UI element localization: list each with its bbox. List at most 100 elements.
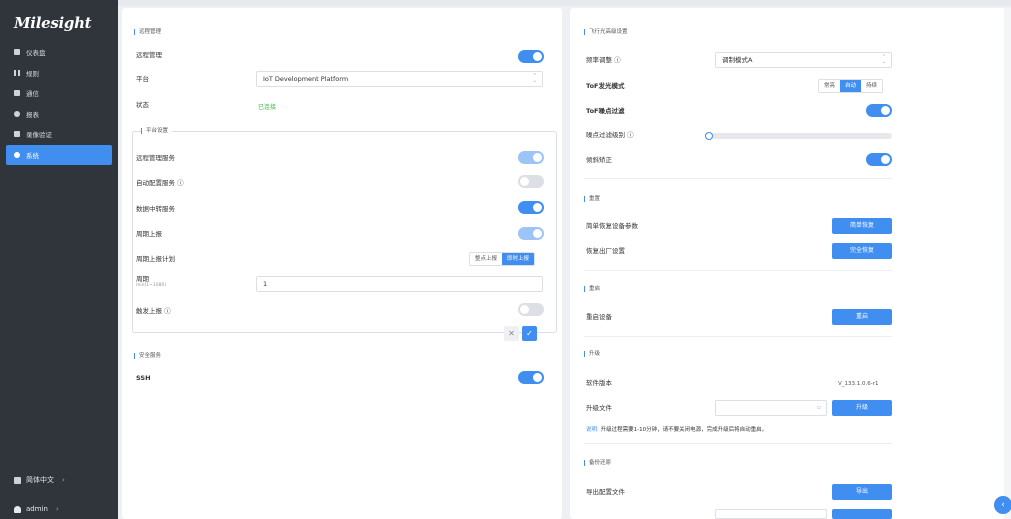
tilt-correction-toggle[interactable] — [866, 153, 892, 166]
period-input[interactable]: 1 — [256, 276, 543, 292]
section-tof-advanced: 飞行光高级设置 — [584, 29, 628, 35]
platform-value: IoT Development Platform — [263, 75, 349, 83]
report-icon — [14, 110, 20, 117]
software-version-label: 软件版本 — [586, 379, 612, 387]
tof-filter-label: ToF噪点过滤 — [586, 107, 625, 115]
section-backup-restore: 备份还原 — [584, 460, 611, 466]
simple-reset-button[interactable]: 简单恢复 — [832, 218, 892, 234]
sidebar-item-label: 通信 — [26, 90, 39, 99]
page-scrollbar[interactable] — [1004, 8, 1011, 519]
divider — [584, 443, 892, 444]
reboot-button[interactable]: 重启 — [832, 309, 892, 325]
chevron-right-icon: › — [62, 476, 65, 484]
noise-level-knob[interactable] — [705, 132, 713, 140]
period-unit: min(1~1080) — [136, 283, 167, 288]
divider — [584, 178, 892, 179]
user-menu[interactable]: admin › — [6, 500, 112, 518]
factory-reset-button[interactable]: 完全恢复 — [832, 243, 892, 259]
sidebar-item-system[interactable]: 系统 — [6, 144, 112, 165]
video-verify-icon — [14, 131, 20, 138]
section-platform-settings: 平台设置 — [141, 128, 173, 134]
auto-config-label: 自动配置服务 ⓘ — [136, 179, 184, 187]
noise-level-label: 噪点过滤级别 ⓘ — [586, 131, 634, 139]
period-label-text: 周期 — [136, 275, 149, 283]
data-relay-label: 数据中转服务 — [136, 205, 175, 213]
upgrade-file-label: 升级文件 — [586, 404, 612, 412]
divider — [584, 270, 892, 271]
periodic-report-label: 周期上报 — [136, 230, 162, 238]
auto-config-toggle[interactable] — [518, 175, 544, 188]
connection-status: 已连接 — [258, 104, 277, 111]
period-label: 周期 min(1~1080) — [136, 275, 166, 288]
ssh-label: SSH — [136, 374, 151, 382]
data-relay-toggle[interactable] — [518, 201, 544, 214]
status-label: 状态 — [136, 101, 149, 109]
import-button[interactable] — [832, 509, 892, 519]
section-upgrade: 升级 — [584, 351, 600, 357]
select-caret-icon: ⌃ ⌄ — [881, 54, 886, 65]
frequency-value: 调制模式A — [722, 56, 753, 64]
simple-reset-label: 简单恢复设备参数 — [586, 222, 638, 230]
sidebar-item-label: 规则 — [26, 69, 39, 78]
schedule-option-instant[interactable]: 即时上报 — [502, 253, 535, 265]
ssh-toggle[interactable] — [518, 371, 544, 384]
system-icon — [14, 151, 20, 158]
upgrade-file-input[interactable]: ▫ — [715, 400, 827, 416]
upgrade-note: 说明: 升级过程需要1-10分钟，请不要关闭电源，完成升级后将自动重启。 — [586, 425, 767, 433]
trigger-report-label: 触发上报 ⓘ — [136, 307, 171, 315]
frequency-label: 频率调整 ⓘ — [586, 56, 621, 64]
sidebar-item-rules[interactable]: 规则 — [6, 63, 112, 84]
file-icon: ▫ — [816, 404, 821, 411]
frequency-select[interactable]: 调制模式A ⌃ ⌄ — [715, 52, 892, 68]
export-button[interactable]: 导出 — [832, 484, 892, 500]
import-file-input[interactable] — [715, 509, 827, 519]
tilt-correction-label: 倾斜矫正 — [586, 156, 612, 164]
remote-management-toggle[interactable] — [518, 50, 544, 63]
select-caret-icon: ⌃ ⌄ — [532, 73, 537, 84]
sidebar-item-label: 录像验证 — [26, 131, 52, 140]
platform-label: 平台 — [136, 75, 149, 83]
reboot-label: 重启设备 — [586, 313, 612, 321]
tof-mode-continuous[interactable]: 持续 — [861, 80, 883, 92]
user-icon — [14, 505, 21, 513]
rules-icon — [14, 69, 20, 76]
user-name: admin — [26, 505, 48, 513]
tof-mode-always[interactable]: 常亮 — [819, 80, 841, 92]
report-schedule-switch: 整点上报 即时上报 — [469, 252, 536, 266]
platform-select[interactable]: IoT Development Platform ⌃ ⌄ — [256, 71, 543, 87]
sidebar-item-label: 仪表盘 — [26, 49, 46, 58]
confirm-button[interactable]: ✓ — [522, 326, 537, 341]
schedule-option-hourly[interactable]: 整点上报 — [470, 253, 503, 265]
section-reboot: 重启 — [584, 286, 600, 292]
remote-service-toggle[interactable] — [518, 151, 544, 164]
software-version-value: V_133.1.0.6-r1 — [838, 381, 879, 387]
top-strip — [118, 0, 1011, 6]
upgrade-note-prefix: 说明: — [586, 427, 599, 433]
collapse-float-button[interactable]: ‹ — [994, 496, 1011, 514]
milesight-logo: Milesight — [14, 14, 92, 32]
tof-mode-label: ToF发光模式 — [586, 82, 625, 90]
sidebar-item-report[interactable]: 报表 — [6, 104, 112, 125]
upgrade-button[interactable]: 升级 — [832, 400, 892, 416]
section-remote-management: 远程管理 — [134, 29, 161, 35]
trigger-report-toggle[interactable] — [518, 303, 544, 316]
factory-reset-label: 恢复出厂设置 — [586, 247, 625, 255]
sidebar-item-video-verify[interactable]: 录像验证 — [6, 124, 112, 145]
tof-filter-toggle[interactable] — [866, 104, 892, 117]
language-switcher[interactable]: 简体中文 › — [6, 471, 112, 489]
periodic-report-toggle[interactable] — [518, 227, 544, 240]
upgrade-note-text: 升级过程需要1-10分钟，请不要关闭电源，完成升级后将自动重启。 — [600, 427, 768, 433]
cancel-button[interactable]: ✕ — [504, 326, 519, 341]
platform-settings-box: 平台设置 — [132, 128, 557, 333]
sidebar-item-label: 系统 — [26, 151, 39, 160]
sidebar-nav: 仪表盘 规则 通信 报表 录像验证 系统 — [6, 42, 112, 165]
export-config-label: 导出配置文件 — [586, 488, 625, 496]
sidebar-item-label: 报表 — [26, 110, 39, 119]
remote-management-label: 远程管理 — [136, 51, 162, 59]
sidebar-item-dashboard[interactable]: 仪表盘 — [6, 42, 112, 63]
sidebar: Milesight 仪表盘 规则 通信 报表 录像验证 系统 简体中文 › ad… — [0, 0, 118, 519]
sidebar-item-communication[interactable]: 通信 — [6, 83, 112, 104]
noise-level-slider[interactable] — [708, 133, 892, 139]
tof-mode-auto[interactable]: 自动 — [840, 80, 862, 92]
communication-icon — [14, 90, 20, 97]
